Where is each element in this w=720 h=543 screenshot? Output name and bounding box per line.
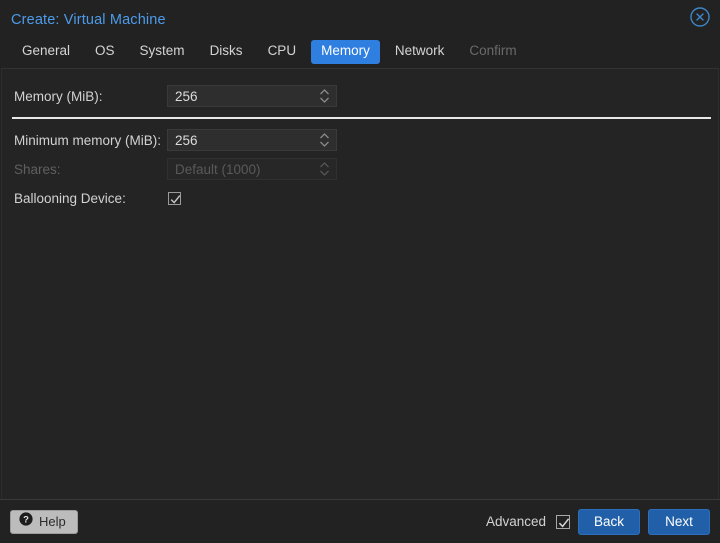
close-circle-icon[interactable] [689,6,711,28]
minimum-memory-label: Minimum memory (MiB): [14,132,161,148]
spinner-updown-icon[interactable] [319,88,330,104]
dialog-titlebar: Create: Virtual Machine [0,0,720,36]
create-vm-dialog: Create: Virtual Machine General OS Syste… [0,0,720,543]
ballooning-device-checkbox[interactable] [168,191,181,205]
footer-actions: Advanced Back Next [485,508,710,535]
advanced-checkbox[interactable] [556,514,570,529]
ballooning-device-label: Ballooning Device: [14,190,126,206]
help-button-label: Help [39,514,66,529]
tab-network[interactable]: Network [385,40,455,64]
memory-settings-panel: Memory (MiB): 256 Minimum memory (MiB): … [1,68,719,499]
section-divider [12,117,711,119]
wizard-tabbar: General OS System Disks CPU Memory Netwo… [0,36,720,68]
page-title: Create: Virtual Machine [11,11,166,28]
tab-cpu[interactable]: CPU [258,40,307,64]
tab-system[interactable]: System [130,40,195,64]
back-button[interactable]: Back [578,508,640,535]
advanced-label: Advanced [485,514,546,529]
spinner-updown-icon [319,161,330,177]
shares-input: Default (1000) [167,158,337,180]
checkmark-icon [170,194,181,204]
memory-input-value: 256 [175,88,198,104]
spinner-updown-icon[interactable] [319,132,330,148]
tab-memory[interactable]: Memory [311,40,380,64]
svg-text:?: ? [23,515,29,526]
question-circle-icon: ? [19,512,33,531]
memory-label: Memory (MiB): [14,88,103,104]
minimum-memory-input[interactable]: 256 [167,129,337,151]
memory-input[interactable]: 256 [167,85,337,107]
tab-general[interactable]: General [12,40,80,64]
ballooning-device-row: Ballooning Device: [2,187,718,209]
shares-row: Shares: Default (1000) [2,158,718,180]
next-button[interactable]: Next [648,508,710,535]
shares-label: Shares: [14,161,61,177]
tab-confirm: Confirm [469,43,517,59]
memory-row: Memory (MiB): 256 [2,85,718,107]
checkmark-icon [558,517,570,528]
minimum-memory-input-value: 256 [175,132,198,148]
tab-os[interactable]: OS [85,40,125,64]
dialog-footer: ? Help Advanced Back Next [0,499,720,543]
minimum-memory-row: Minimum memory (MiB): 256 [2,129,718,151]
tab-disks[interactable]: Disks [200,40,253,64]
help-button[interactable]: ? Help [10,509,78,534]
shares-input-placeholder: Default (1000) [175,161,261,177]
